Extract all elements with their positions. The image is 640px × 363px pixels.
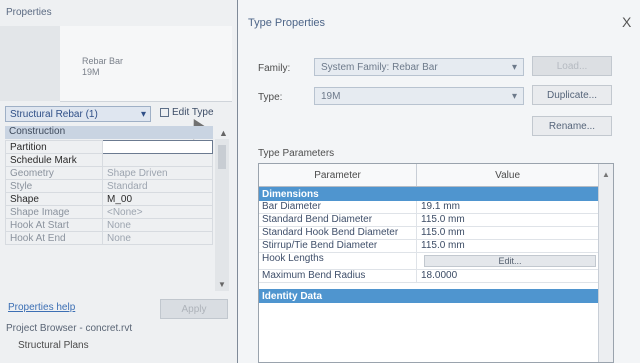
chevron-down-icon: ▾ (511, 61, 517, 73)
table-row: Shape Image <None> (5, 205, 213, 219)
properties-help-link[interactable]: Properties help (8, 302, 75, 313)
properties-panel: Properties Rebar Bar 19M Structural Reba… (0, 0, 238, 363)
duplicate-button[interactable]: Duplicate... (532, 85, 612, 105)
hook-lengths-edit-button[interactable]: Edit... (424, 255, 596, 267)
table-row: Hook At Start None (5, 218, 213, 232)
column-header-value[interactable]: Value (417, 164, 600, 186)
project-browser-title: Project Browser - concret.rvt (6, 323, 133, 334)
chevron-down-icon: ▾ (140, 108, 146, 120)
param-value[interactable]: 18.0000 (417, 270, 599, 282)
type-parameters-grid: Parameter Value ≡ Dimensions Bar Diamete… (258, 163, 614, 363)
type-name: 19M (82, 67, 100, 77)
hook-lengths-cell: Edit... (417, 253, 599, 269)
table-row: Partition (5, 140, 213, 154)
chevron-down-icon: ▾ (511, 90, 517, 102)
param-label: Geometry (5, 166, 103, 180)
properties-title: Properties (6, 7, 52, 18)
browser-item-structural-plans[interactable]: Structural Plans (18, 340, 89, 351)
type-thumbnail (0, 26, 60, 101)
param-value[interactable]: 19.1 mm (417, 201, 599, 213)
family-name: Rebar Bar (82, 56, 124, 66)
family-label: Family: (258, 63, 291, 74)
param-name: Maximum Bend Radius (259, 270, 417, 282)
param-label: Shape Image (5, 205, 103, 219)
scrollbar-thumb[interactable] (218, 145, 226, 169)
group-header-identity-data[interactable]: Identity Data (259, 289, 613, 303)
param-value[interactable]: None (102, 231, 213, 245)
param-label: Partition (5, 140, 103, 154)
load-button[interactable]: Load... (532, 56, 612, 76)
rename-button[interactable]: Rename... (532, 116, 612, 136)
param-name: Standard Hook Bend Diameter (259, 227, 417, 239)
type-dropdown[interactable]: 19M ▾ (314, 87, 524, 105)
table-row: Standard Bend Diameter 115.0 mm (259, 214, 613, 227)
param-label: Schedule Mark (5, 153, 103, 167)
table-row: Style Standard (5, 179, 213, 193)
table-row: Stirrup/Tie Bend Diameter 115.0 mm (259, 240, 613, 253)
edit-type-label: Edit Type (172, 107, 214, 118)
table-row: Shape M_00 (5, 192, 213, 206)
param-name: Hook Lengths (259, 253, 417, 269)
param-label: Hook At End (5, 231, 103, 245)
table-row: Maximum Bend Radius 18.0000 (259, 270, 613, 283)
param-name: Stirrup/Tie Bend Diameter (259, 240, 417, 252)
param-value[interactable]: 115.0 mm (417, 227, 599, 239)
param-value[interactable]: Shape Driven (102, 166, 213, 180)
schedule-mark-field[interactable] (102, 153, 213, 167)
param-value[interactable]: None (102, 218, 213, 232)
param-value[interactable]: Standard (102, 179, 213, 193)
table-row: Bar Diameter 19.1 mm (259, 201, 613, 214)
instance-parameters-table: Partition Schedule Mark Geometry Shape D… (5, 140, 213, 245)
param-value[interactable]: <None> (102, 205, 213, 219)
type-selector-label: Structural Rebar (1) (10, 108, 98, 120)
edit-type-button[interactable]: Edit Type (160, 107, 214, 118)
partition-field[interactable] (102, 140, 213, 154)
collapse-icon[interactable]: ▲ (219, 128, 228, 138)
shape-value[interactable]: M_00 (102, 192, 213, 206)
family-dropdown[interactable]: System Family: Rebar Bar ▾ (314, 58, 524, 76)
table-row: Schedule Mark (5, 153, 213, 167)
param-name: Bar Diameter (259, 201, 417, 213)
table-row: Standard Hook Bend Diameter 115.0 mm (259, 227, 613, 240)
param-label: Shape (5, 192, 103, 206)
dialog-title: Type Properties (248, 17, 326, 29)
scroll-down-icon[interactable]: ▼ (218, 280, 226, 289)
properties-scrollbar[interactable]: ▼ (215, 139, 229, 291)
group-header-construction[interactable]: Construction (5, 126, 213, 139)
param-value[interactable]: 115.0 mm (417, 214, 599, 226)
edit-type-icon (160, 108, 169, 117)
family-dropdown-value: System Family: Rebar Bar (321, 61, 438, 73)
column-header-parameter[interactable]: Parameter (259, 164, 418, 186)
type-label: Type: (258, 92, 283, 103)
param-value[interactable]: 115.0 mm (417, 240, 599, 252)
grid-header: Parameter Value ≡ (259, 164, 613, 187)
apply-button[interactable]: Apply (160, 299, 228, 319)
param-name: Standard Bend Diameter (259, 214, 417, 226)
type-dropdown-value: 19M (321, 90, 341, 102)
type-selector-dropdown[interactable]: Structural Rebar (1) ▾ (5, 106, 151, 122)
param-label: Hook At Start (5, 218, 103, 232)
table-row: Geometry Shape Driven (5, 166, 213, 180)
close-icon[interactable]: X (622, 14, 631, 30)
type-parameters-label: Type Parameters (258, 148, 335, 159)
grid-scrollbar[interactable]: ▲ (598, 164, 613, 362)
table-row: Hook At End None (5, 231, 213, 245)
param-label: Style (5, 179, 103, 193)
type-properties-dialog: Type Properties X Family: System Family:… (237, 0, 640, 363)
group-header-dimensions[interactable]: Dimensions (259, 187, 613, 201)
scroll-up-icon[interactable]: ▲ (602, 170, 610, 179)
type-preview: Rebar Bar 19M (60, 26, 232, 102)
table-row: Hook Lengths Edit... (259, 253, 613, 270)
